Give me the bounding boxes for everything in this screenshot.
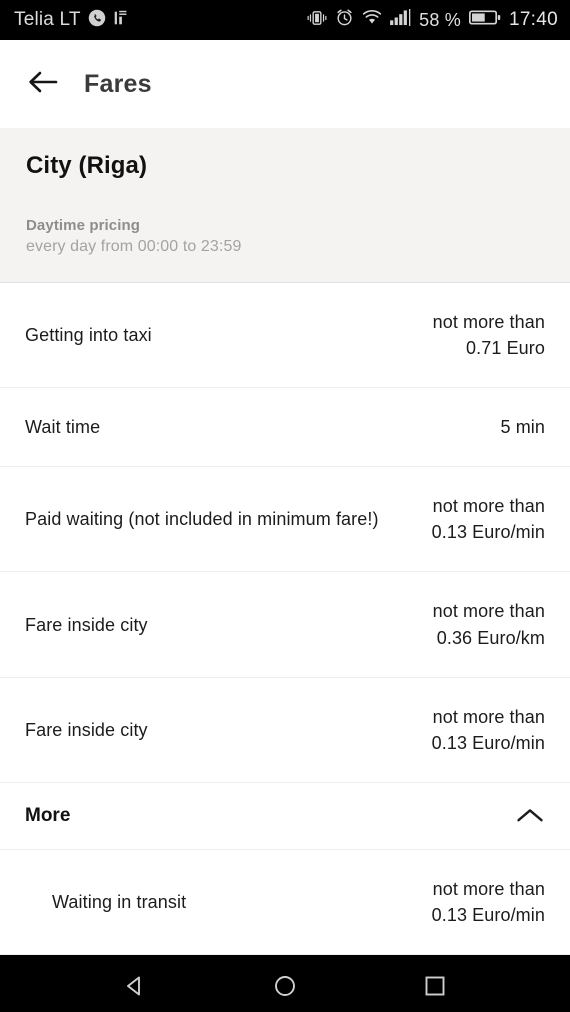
call-icon	[88, 9, 106, 32]
wifi-icon	[362, 9, 382, 31]
table-row: Waiting in transit not more than 0.13 Eu…	[0, 849, 570, 956]
more-label: More	[25, 804, 71, 826]
table-row: Paid waiting (not included in minimum fa…	[0, 467, 570, 573]
signal-icon	[390, 9, 411, 31]
fare-value: 5 min	[500, 417, 545, 438]
fare-value: not more than 0.36 Euro/km	[432, 601, 545, 648]
app-bar: Fares	[0, 40, 570, 128]
status-bar-left: Telia LT	[14, 9, 129, 32]
nav-recents-icon	[422, 973, 448, 1004]
phone-screen: Telia LT 58 % 17:40 Fares City (Riga) Da…	[0, 0, 570, 1012]
chevron-up-icon[interactable]	[515, 806, 545, 826]
android-nav-bar	[0, 955, 570, 1012]
carrier-label: Telia LT	[14, 9, 81, 30]
fare-label: Paid waiting (not included in minimum fa…	[25, 509, 379, 530]
fare-value: not more than 0.13 Euro/min	[431, 496, 545, 543]
table-row: Fare inside city not more than 0.13 Euro…	[0, 677, 570, 783]
fare-label: Fare inside city	[25, 614, 148, 635]
arrow-left-icon	[27, 69, 59, 100]
page-title: Fares	[84, 69, 152, 98]
fare-value: not more than 0.13 Euro/min	[431, 706, 545, 753]
table-row: Getting into taxi not more than 0.71 Eur…	[0, 283, 570, 389]
fare-list: Getting into taxi not more than 0.71 Eur…	[0, 283, 570, 956]
nav-back-icon	[122, 973, 148, 1004]
nav-home-icon	[272, 973, 298, 1004]
nav-home-button[interactable]	[258, 965, 312, 1011]
fare-label: Getting into taxi	[25, 325, 152, 346]
battery-percent-label: 58 %	[419, 9, 461, 30]
table-row: Fare inside city not more than 0.36 Euro…	[0, 572, 570, 678]
more-section-toggle[interactable]: More	[0, 782, 570, 850]
pricing-mode-label: Daytime pricing	[26, 217, 141, 234]
alarm-icon	[335, 8, 354, 32]
fare-value: not more than 0.71 Euro	[432, 312, 545, 359]
nav-recents-button[interactable]	[408, 965, 462, 1011]
status-bar: Telia LT 58 % 17:40	[0, 0, 570, 40]
pricing-schedule-label: every day from 00:00 to 23:59	[26, 238, 242, 255]
battery-icon	[468, 9, 501, 31]
sim-icon	[113, 9, 129, 32]
pricing-section-header: City (Riga) Daytime pricing every day fr…	[0, 128, 570, 283]
nav-back-button[interactable]	[108, 965, 162, 1011]
clock-label: 17:40	[508, 9, 558, 30]
fare-label: Waiting in transit	[52, 891, 187, 912]
fare-label: Wait time	[25, 417, 101, 438]
fare-value: not more than 0.13 Euro/min	[431, 878, 545, 925]
city-title: City (Riga)	[26, 152, 148, 179]
table-row: Wait time 5 min	[0, 388, 570, 468]
status-bar-right: 58 % 17:40	[307, 8, 558, 32]
back-button[interactable]	[26, 67, 60, 101]
vibrate-icon	[307, 9, 327, 32]
fare-label: Fare inside city	[25, 719, 148, 740]
